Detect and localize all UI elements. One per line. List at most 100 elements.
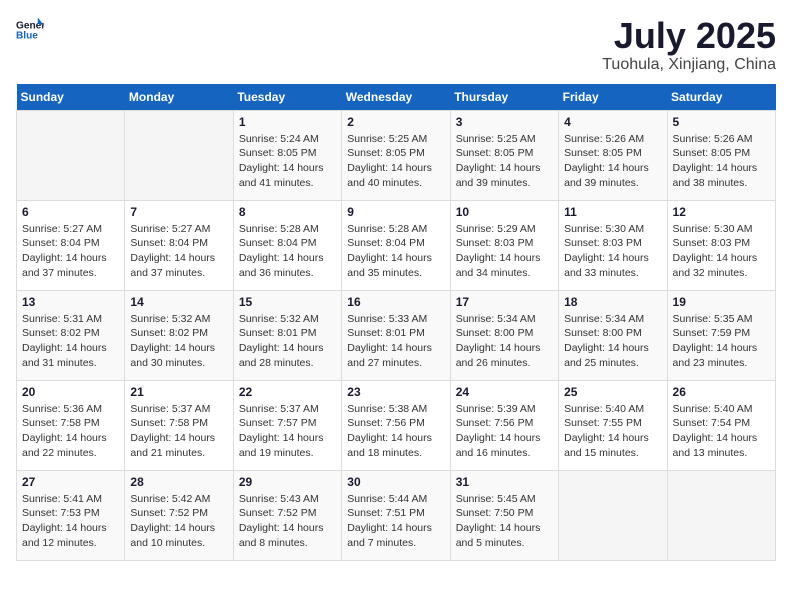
day-number: 28 bbox=[130, 475, 227, 489]
day-info: Sunrise: 5:26 AMSunset: 8:05 PMDaylight:… bbox=[564, 132, 661, 191]
day-cell: 24 Sunrise: 5:39 AMSunset: 7:56 PMDayligh… bbox=[450, 380, 558, 470]
day-number: 12 bbox=[673, 205, 770, 219]
day-cell bbox=[667, 470, 775, 560]
day-number: 14 bbox=[130, 295, 227, 309]
day-number: 30 bbox=[347, 475, 444, 489]
weekday-header-saturday: Saturday bbox=[667, 84, 775, 111]
day-cell: 6 Sunrise: 5:27 AMSunset: 8:04 PMDaylight… bbox=[17, 200, 125, 290]
day-cell: 5Sunrise: 5:26 AMSunset: 8:05 PMDaylight… bbox=[667, 110, 775, 200]
day-cell: 28 Sunrise: 5:42 AMSunset: 7:52 PMDayligh… bbox=[125, 470, 233, 560]
day-number: 25 bbox=[564, 385, 661, 399]
day-cell: 4 Sunrise: 5:26 AMSunset: 8:05 PMDaylight… bbox=[559, 110, 667, 200]
day-info: Sunrise: 5:37 AMSunset: 7:58 PMDaylight:… bbox=[130, 402, 227, 461]
day-info: Sunrise: 5:37 AMSunset: 7:57 PMDaylight:… bbox=[239, 402, 336, 461]
weekday-header-sunday: Sunday bbox=[17, 84, 125, 111]
day-info: Sunrise: 5:44 AMSunset: 7:51 PMDaylight:… bbox=[347, 492, 444, 551]
day-info: Sunrise: 5:45 AMSunset: 7:50 PMDaylight:… bbox=[456, 492, 553, 551]
day-number: 23 bbox=[347, 385, 444, 399]
day-cell: 22 Sunrise: 5:37 AMSunset: 7:57 PMDayligh… bbox=[233, 380, 341, 470]
day-cell: 3 Sunrise: 5:25 AMSunset: 8:05 PMDaylight… bbox=[450, 110, 558, 200]
day-info: Sunrise: 5:25 AMSunset: 8:05 PMDaylight:… bbox=[347, 132, 444, 191]
day-number: 24 bbox=[456, 385, 553, 399]
day-number: 29 bbox=[239, 475, 336, 489]
day-cell: 17 Sunrise: 5:34 AMSunset: 8:00 PMDayligh… bbox=[450, 290, 558, 380]
day-number: 16 bbox=[347, 295, 444, 309]
day-info: Sunrise: 5:40 AMSunset: 7:55 PMDaylight:… bbox=[564, 402, 661, 461]
week-row-4: 20Sunrise: 5:36 AMSunset: 7:58 PMDayligh… bbox=[17, 380, 776, 470]
day-number: 4 bbox=[564, 115, 661, 129]
day-number: 18 bbox=[564, 295, 661, 309]
day-cell bbox=[559, 470, 667, 560]
week-row-5: 27 Sunrise: 5:41 AMSunset: 7:53 PMDayligh… bbox=[17, 470, 776, 560]
day-cell: 25 Sunrise: 5:40 AMSunset: 7:55 PMDayligh… bbox=[559, 380, 667, 470]
day-cell: 26Sunrise: 5:40 AMSunset: 7:54 PMDayligh… bbox=[667, 380, 775, 470]
day-number: 15 bbox=[239, 295, 336, 309]
day-info: Sunrise: 5:28 AMSunset: 8:04 PMDaylight:… bbox=[347, 222, 444, 281]
day-number: 10 bbox=[456, 205, 553, 219]
svg-text:Blue: Blue bbox=[16, 31, 38, 42]
day-info: Sunrise: 5:29 AMSunset: 8:03 PMDaylight:… bbox=[456, 222, 553, 281]
day-info: Sunrise: 5:42 AMSunset: 7:52 PMDaylight:… bbox=[130, 492, 227, 551]
day-number: 1 bbox=[239, 115, 336, 129]
day-info: Sunrise: 5:39 AMSunset: 7:56 PMDaylight:… bbox=[456, 402, 553, 461]
day-number: 6 bbox=[22, 205, 119, 219]
week-row-1: 1Sunrise: 5:24 AMSunset: 8:05 PMDaylight… bbox=[17, 110, 776, 200]
day-number: 7 bbox=[130, 205, 227, 219]
calendar-table: SundayMondayTuesdayWednesdayThursdayFrid… bbox=[16, 84, 776, 561]
day-info: Sunrise: 5:27 AMSunset: 8:04 PMDaylight:… bbox=[22, 222, 119, 281]
weekday-header-wednesday: Wednesday bbox=[342, 84, 450, 111]
day-info: Sunrise: 5:28 AMSunset: 8:04 PMDaylight:… bbox=[239, 222, 336, 281]
day-info: Sunrise: 5:40 AMSunset: 7:54 PMDaylight:… bbox=[673, 402, 770, 461]
day-info: Sunrise: 5:34 AMSunset: 8:00 PMDaylight:… bbox=[564, 312, 661, 371]
weekday-header-monday: Monday bbox=[125, 84, 233, 111]
day-cell: 11Sunrise: 5:30 AMSunset: 8:03 PMDayligh… bbox=[559, 200, 667, 290]
generalblue-logo-icon: General Blue bbox=[16, 16, 44, 44]
day-number: 8 bbox=[239, 205, 336, 219]
weekday-header-tuesday: Tuesday bbox=[233, 84, 341, 111]
day-number: 2 bbox=[347, 115, 444, 129]
day-info: Sunrise: 5:34 AMSunset: 8:00 PMDaylight:… bbox=[456, 312, 553, 371]
page-header: General Blue July 2025 Tuohula, Xinjiang… bbox=[16, 16, 776, 74]
day-info: Sunrise: 5:27 AMSunset: 8:04 PMDaylight:… bbox=[130, 222, 227, 281]
day-cell: 10 Sunrise: 5:29 AMSunset: 8:03 PMDayligh… bbox=[450, 200, 558, 290]
month-title: July 2025 bbox=[602, 16, 776, 56]
day-info: Sunrise: 5:33 AMSunset: 8:01 PMDaylight:… bbox=[347, 312, 444, 371]
day-cell: 21 Sunrise: 5:37 AMSunset: 7:58 PMDayligh… bbox=[125, 380, 233, 470]
day-cell bbox=[125, 110, 233, 200]
day-info: Sunrise: 5:35 AMSunset: 7:59 PMDaylight:… bbox=[673, 312, 770, 371]
day-cell: 1Sunrise: 5:24 AMSunset: 8:05 PMDaylight… bbox=[233, 110, 341, 200]
day-cell: 27 Sunrise: 5:41 AMSunset: 7:53 PMDayligh… bbox=[17, 470, 125, 560]
weekday-header-thursday: Thursday bbox=[450, 84, 558, 111]
week-row-3: 13Sunrise: 5:31 AMSunset: 8:02 PMDayligh… bbox=[17, 290, 776, 380]
day-info: Sunrise: 5:32 AMSunset: 8:02 PMDaylight:… bbox=[130, 312, 227, 371]
day-cell: 7 Sunrise: 5:27 AMSunset: 8:04 PMDaylight… bbox=[125, 200, 233, 290]
day-cell: 13Sunrise: 5:31 AMSunset: 8:02 PMDayligh… bbox=[17, 290, 125, 380]
day-number: 13 bbox=[22, 295, 119, 309]
day-cell: 12 Sunrise: 5:30 AMSunset: 8:03 PMDayligh… bbox=[667, 200, 775, 290]
day-number: 27 bbox=[22, 475, 119, 489]
day-cell: 19Sunrise: 5:35 AMSunset: 7:59 PMDayligh… bbox=[667, 290, 775, 380]
day-number: 31 bbox=[456, 475, 553, 489]
weekday-header-row: SundayMondayTuesdayWednesdayThursdayFrid… bbox=[17, 84, 776, 111]
weekday-header-friday: Friday bbox=[559, 84, 667, 111]
location-title: Tuohula, Xinjiang, China bbox=[602, 56, 776, 74]
logo: General Blue bbox=[16, 16, 44, 44]
day-cell: 15Sunrise: 5:32 AMSunset: 8:01 PMDayligh… bbox=[233, 290, 341, 380]
day-info: Sunrise: 5:30 AMSunset: 8:03 PMDaylight:… bbox=[564, 222, 661, 281]
day-cell: 23Sunrise: 5:38 AMSunset: 7:56 PMDayligh… bbox=[342, 380, 450, 470]
day-cell: 14 Sunrise: 5:32 AMSunset: 8:02 PMDayligh… bbox=[125, 290, 233, 380]
day-number: 17 bbox=[456, 295, 553, 309]
day-number: 3 bbox=[456, 115, 553, 129]
day-info: Sunrise: 5:36 AMSunset: 7:58 PMDaylight:… bbox=[22, 402, 119, 461]
day-info: Sunrise: 5:30 AMSunset: 8:03 PMDaylight:… bbox=[673, 222, 770, 281]
day-cell: 18 Sunrise: 5:34 AMSunset: 8:00 PMDayligh… bbox=[559, 290, 667, 380]
day-cell: 30 Sunrise: 5:44 AMSunset: 7:51 PMDayligh… bbox=[342, 470, 450, 560]
day-info: Sunrise: 5:25 AMSunset: 8:05 PMDaylight:… bbox=[456, 132, 553, 191]
day-number: 9 bbox=[347, 205, 444, 219]
day-cell: 9 Sunrise: 5:28 AMSunset: 8:04 PMDaylight… bbox=[342, 200, 450, 290]
day-number: 21 bbox=[130, 385, 227, 399]
day-info: Sunrise: 5:41 AMSunset: 7:53 PMDaylight:… bbox=[22, 492, 119, 551]
day-cell: 20Sunrise: 5:36 AMSunset: 7:58 PMDayligh… bbox=[17, 380, 125, 470]
day-number: 22 bbox=[239, 385, 336, 399]
day-cell: 29Sunrise: 5:43 AMSunset: 7:52 PMDayligh… bbox=[233, 470, 341, 560]
